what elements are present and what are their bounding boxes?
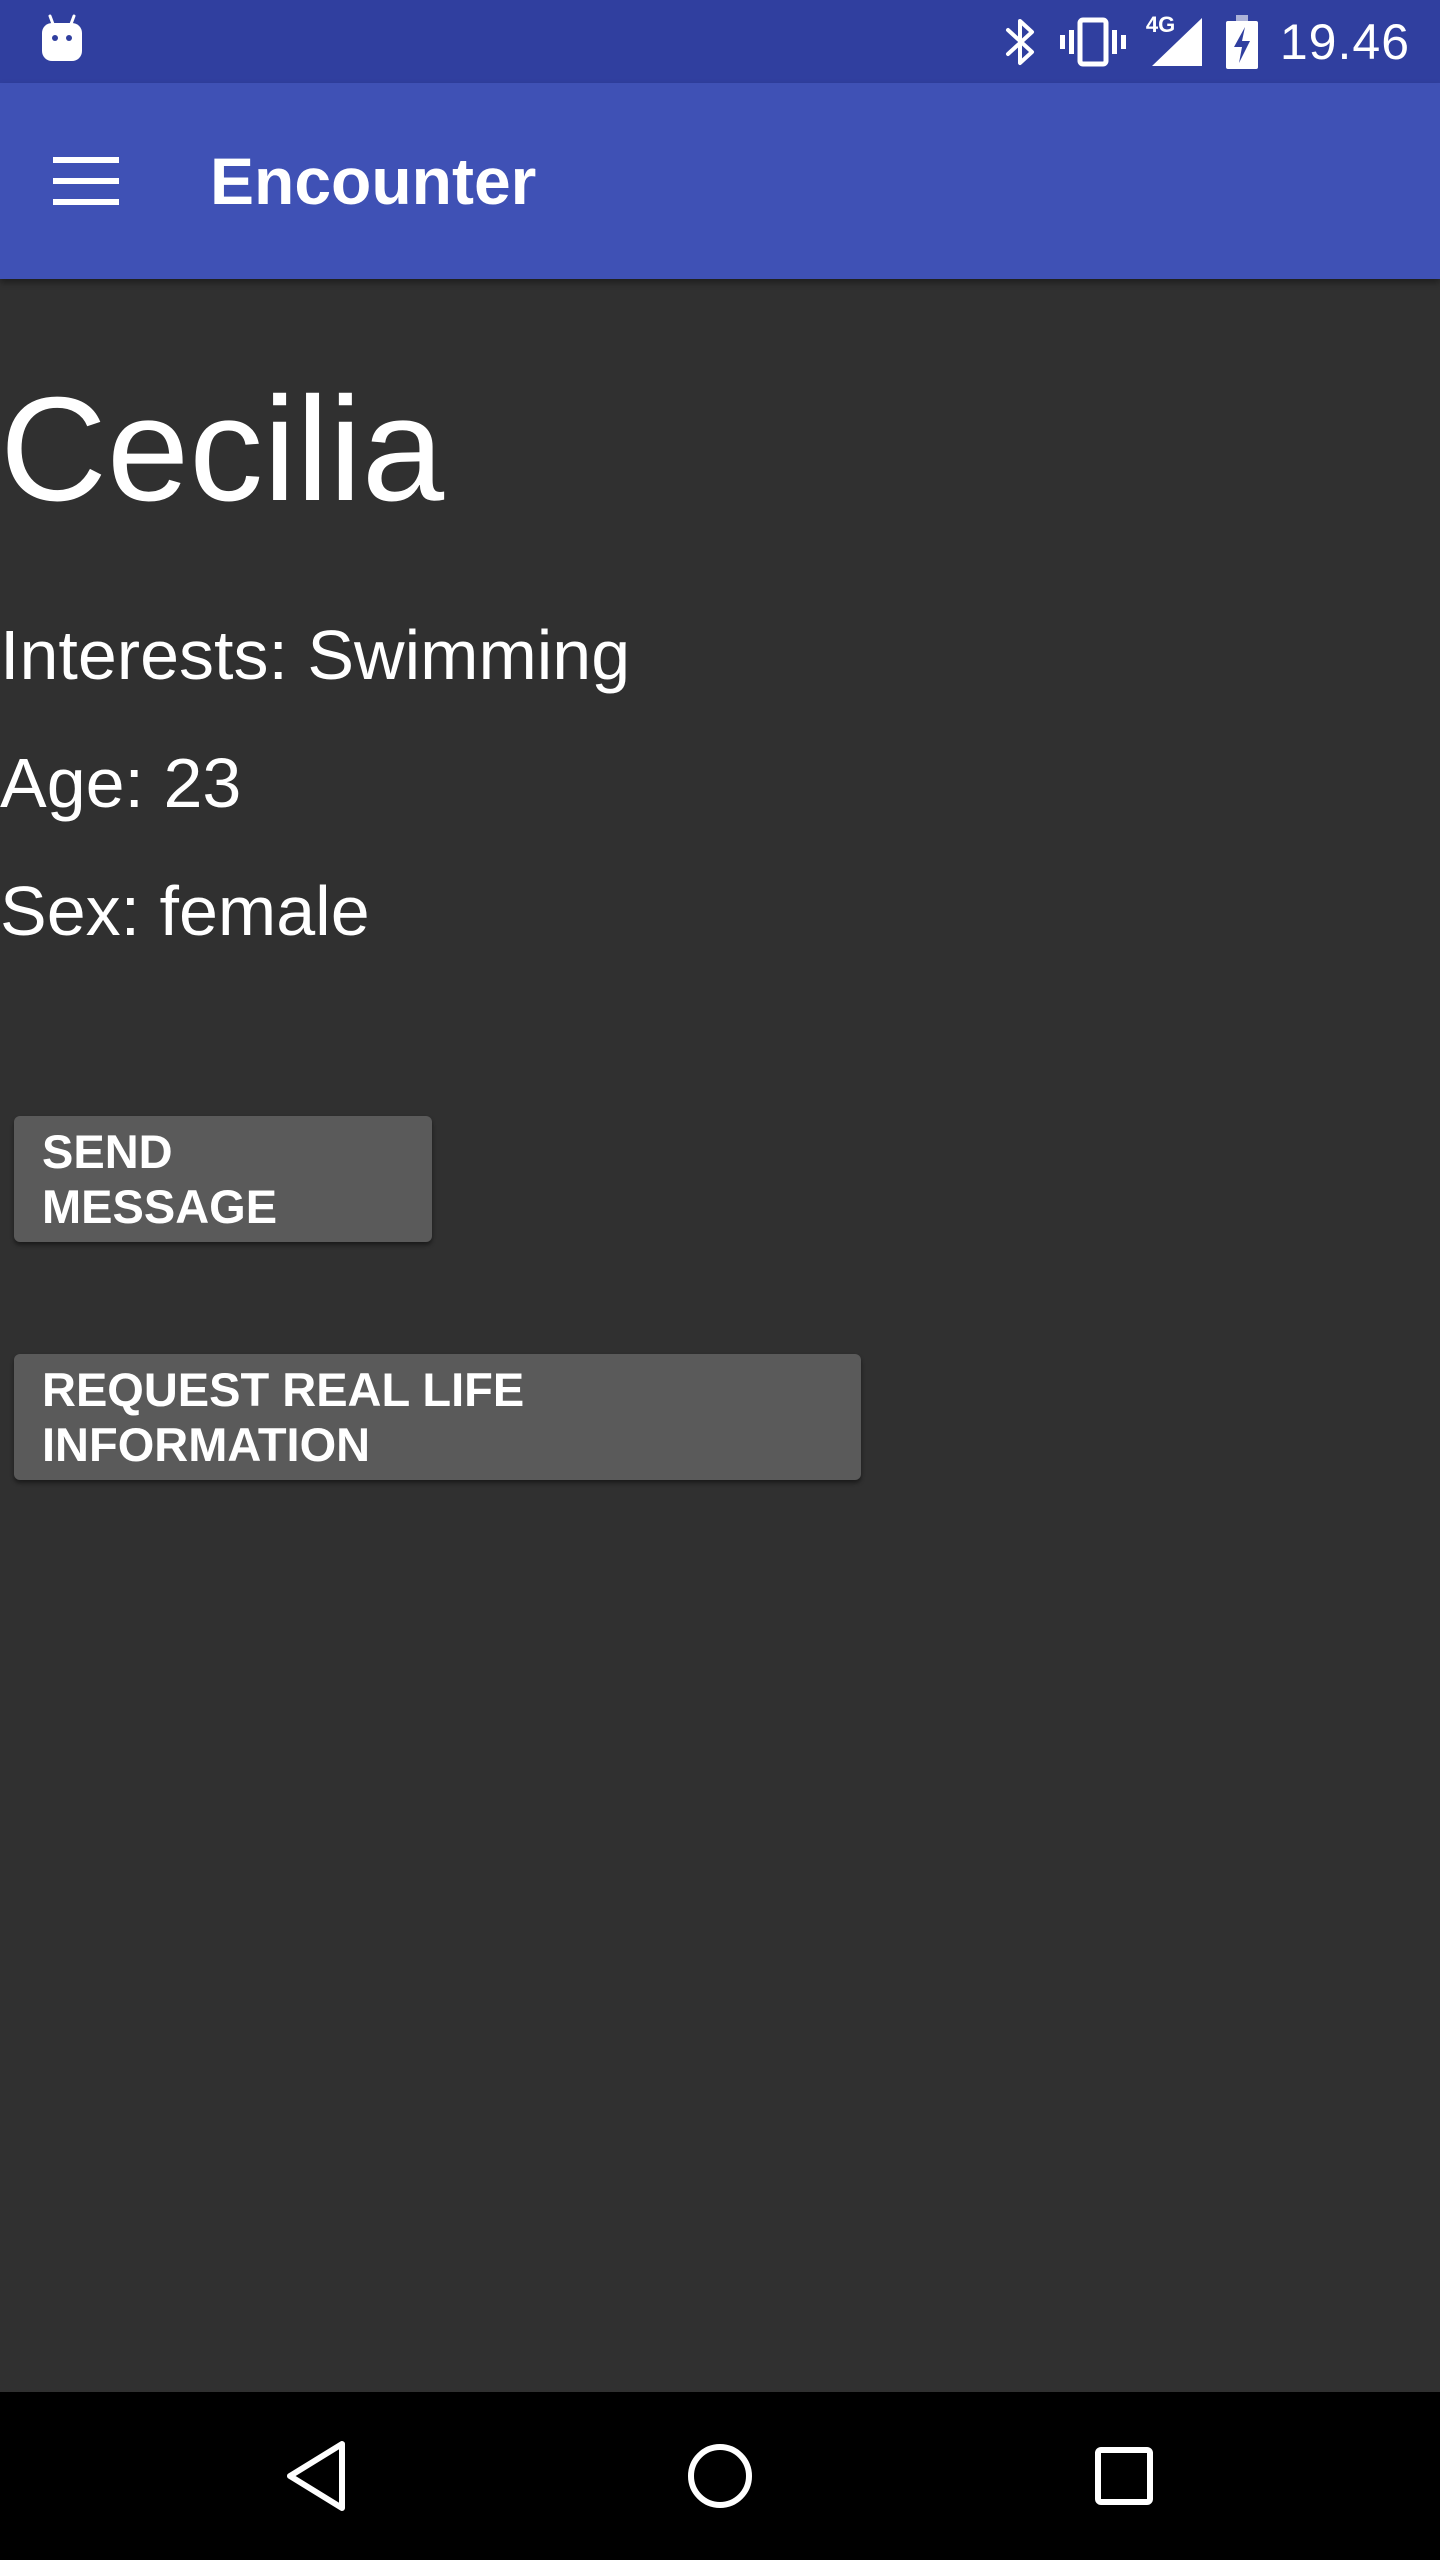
network-type-label: 4G [1145, 11, 1176, 37]
send-message-button[interactable]: SEND MESSAGE [14, 1116, 432, 1242]
hamburger-menu-icon[interactable] [44, 139, 128, 223]
battery-charging-icon [1225, 14, 1258, 69]
navigation-bar [0, 2392, 1440, 2560]
screen: 4G 19.46 Encounter Cecilia Interests: Sw… [0, 0, 1440, 2560]
status-time: 19.46 [1279, 13, 1410, 70]
app-title: Encounter [210, 144, 537, 218]
recents-icon[interactable] [1074, 2426, 1174, 2526]
status-icons: 4G 19.46 [1004, 0, 1410, 83]
profile-sex: Sex: female [0, 872, 370, 950]
app-bar: Encounter [0, 83, 1440, 279]
back-icon[interactable] [266, 2426, 366, 2526]
android-notification-icon [40, 14, 84, 64]
vibrate-icon [1059, 16, 1126, 68]
profile-interests: Interests: Swimming [0, 616, 631, 694]
profile-name: Cecilia [0, 367, 445, 532]
bluetooth-icon [1004, 16, 1038, 68]
status-bar: 4G 19.46 [0, 0, 1440, 83]
request-real-life-information-button[interactable]: REQUEST REAL LIFE INFORMATION [14, 1354, 861, 1480]
signal-icon: 4G [1146, 12, 1204, 68]
home-icon[interactable] [670, 2426, 770, 2526]
profile-age: Age: 23 [0, 744, 242, 822]
